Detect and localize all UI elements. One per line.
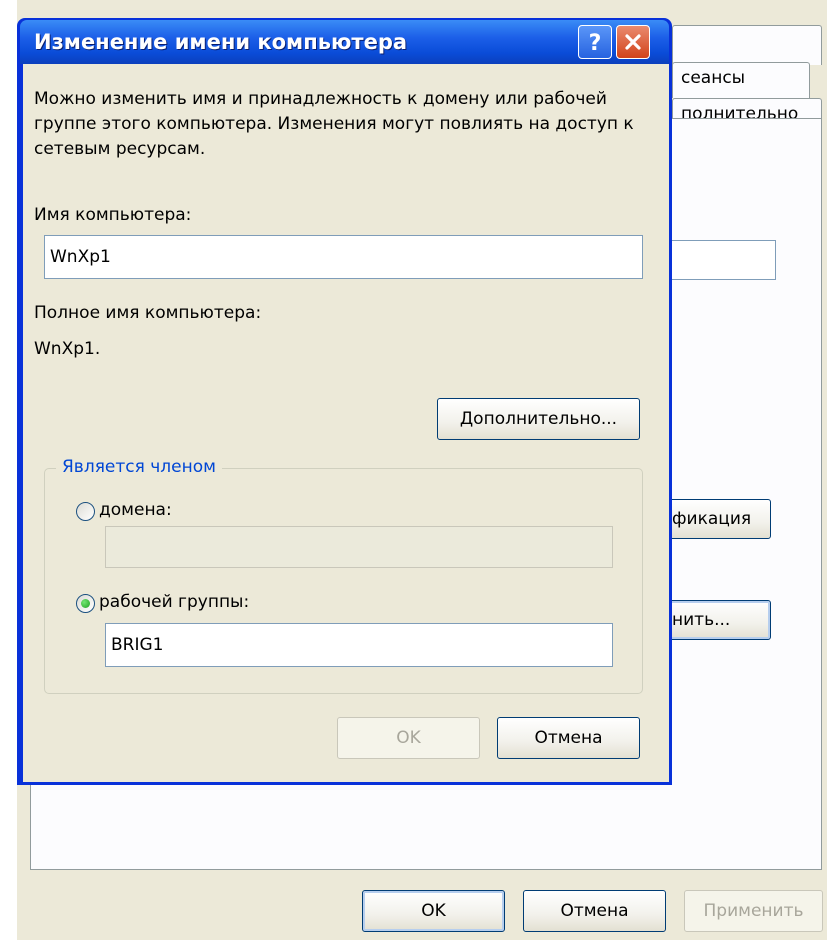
svg-text:?: ? [589, 31, 602, 54]
help-icon[interactable]: ? [578, 25, 612, 59]
background-description-field[interactable] [668, 240, 776, 280]
workgroup-radio[interactable] [76, 594, 95, 613]
dialog-cancel-button[interactable]: Отмена [497, 717, 640, 759]
dialog-ok-button[interactable]: OK [337, 717, 480, 759]
full-name-value: WnXp1. [34, 339, 101, 359]
ok-button[interactable]: OK [362, 890, 505, 932]
apply-button[interactable]: Применить [684, 890, 823, 932]
tab-blank[interactable] [672, 25, 822, 65]
workgroup-input[interactable]: BRIG1 [105, 623, 613, 667]
full-name-label: Полное имя компьютера: [34, 303, 262, 323]
tab-remote-sessions[interactable]: сеансы [672, 62, 810, 98]
computer-name-input[interactable]: WnXp1 [44, 235, 643, 279]
domain-radio[interactable] [76, 502, 95, 521]
dialog-title: Изменение имени компьютера [34, 30, 408, 54]
workgroup-label[interactable]: рабочей группы: [99, 592, 249, 612]
domain-label[interactable]: домена: [99, 500, 172, 520]
domain-input[interactable] [105, 526, 613, 568]
dialog-description: Можно изменить имя и принадлежность к до… [34, 89, 634, 159]
member-of-legend: Является членом [56, 457, 222, 477]
more-button[interactable]: Дополнительно... [437, 398, 640, 440]
radio-selected-dot [81, 599, 90, 608]
identification-button[interactable]: фикация [668, 499, 771, 539]
cancel-button[interactable]: Отмена [523, 890, 666, 932]
close-icon[interactable] [616, 25, 650, 59]
change-button[interactable]: нить... [668, 600, 771, 640]
computer-name-label: Имя компьютера: [34, 205, 192, 225]
